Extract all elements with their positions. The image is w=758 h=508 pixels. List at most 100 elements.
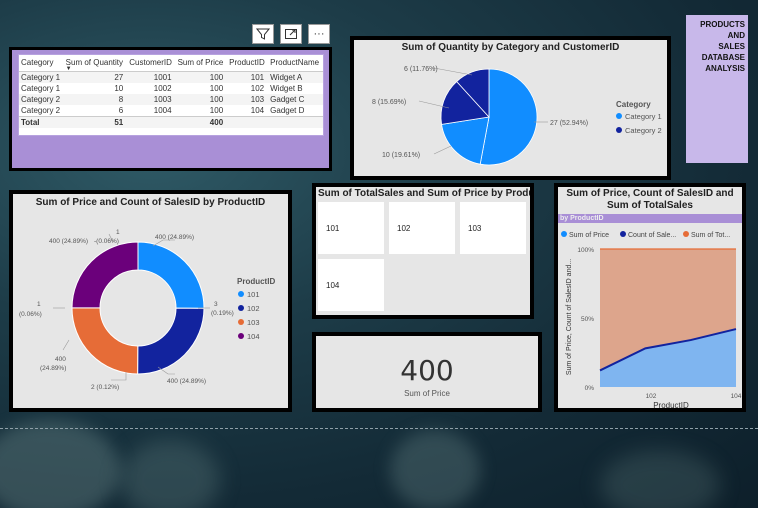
y-tick-100: 100% (577, 247, 594, 254)
table-cell (127, 116, 176, 128)
total-quantity: 51 (63, 116, 128, 128)
sum-of-price-card[interactable]: 400 Sum of Price (312, 332, 542, 412)
table-cell: 104 (250, 106, 265, 115)
legend-label-sum-of-price[interactable]: Sum of Price (569, 232, 609, 239)
legend-label-102[interactable]: 102 (247, 304, 260, 313)
table-cell: 100 (175, 71, 228, 83)
donut-label-104-count-pct: -(0.06%) (94, 238, 119, 245)
total-label: Total (19, 116, 64, 128)
table-row[interactable]: Category 2 6 1004 100 104 Gadget D (19, 105, 323, 117)
table-container: Category Sum of Quantity ▼ CustomerID Sum… (18, 54, 324, 136)
legend-label-103[interactable]: 103 (247, 318, 260, 327)
filter-icon (256, 28, 270, 40)
x-axis-label: ProductID (653, 401, 689, 409)
donut-legend-title: ProductID (237, 277, 275, 286)
legend-label-count-of-salesid[interactable]: Count of Sale... (628, 232, 676, 239)
report-title-box: PRODUCTS AND SALES DATABASE ANALYSIS (686, 15, 748, 163)
donut-label-101-count-pct: (0.19%) (211, 310, 234, 317)
total-price: 400 (175, 116, 228, 128)
pie-slice[interactable] (441, 116, 490, 165)
column-header-category[interactable]: Category (19, 55, 64, 72)
column-header-customerid[interactable]: CustomerID (127, 55, 176, 72)
donut-segment[interactable] (71, 307, 139, 375)
report-title-line: ANALYSIS (705, 64, 745, 73)
table-visual[interactable]: Category Sum of Quantity ▼ CustomerID Sum… (9, 47, 332, 171)
pie-leader-line (433, 67, 473, 76)
background-bokeh (390, 430, 480, 508)
legend-label-category-2[interactable]: Category 2 (625, 126, 662, 135)
donut-leader-line (111, 372, 127, 381)
column-header-sum-of-quantity[interactable]: Sum of Quantity ▼ (63, 55, 128, 72)
pie-legend-title: Category (616, 100, 651, 109)
tile-label: 103 (468, 224, 482, 233)
sort-desc-icon: ▼ (65, 66, 72, 72)
table-cell: 8 (63, 94, 128, 105)
area-plot (599, 248, 737, 387)
multi-row-card-visual[interactable]: Sum of TotalSales and Sum of Price by Pr… (312, 183, 534, 319)
area-chart-title: Sum of Price, Count of SalesID and Sum o… (566, 188, 734, 211)
x-tick-104: 104 (731, 393, 742, 400)
legend-label-sum-of-totalsales[interactable]: Sum of Tot... (691, 232, 730, 239)
product-tile-102[interactable]: 102 (389, 202, 455, 254)
tiles-title: Sum of TotalSales and Sum of Price by Pr… (318, 188, 530, 199)
area-chart-subtitle: by ProductID (558, 214, 742, 223)
expand-icon (285, 29, 297, 39)
legend-label-category-1[interactable]: Category 1 (625, 112, 662, 121)
table-cell: Category 1 (19, 71, 64, 83)
report-title-line: SALES (718, 42, 745, 51)
donut-chart-visual[interactable]: Sum of Price and Count of SalesID by Pro… (9, 190, 292, 412)
visual-header-toolbar: ··· (252, 24, 330, 44)
table-row[interactable]: Category 1 10 1002 100 102 Widget B (19, 83, 323, 94)
more-options-icon: ··· (313, 28, 325, 40)
more-options-button[interactable]: ··· (308, 24, 330, 44)
y-tick-0: 0% (585, 385, 595, 392)
table-cell (227, 116, 269, 128)
column-header-productname[interactable]: ProductName (268, 55, 323, 72)
legend-marker-category-2 (616, 127, 622, 133)
table-cell: 101 (227, 71, 269, 83)
filter-button[interactable] (252, 24, 274, 44)
focus-mode-button[interactable] (280, 24, 302, 44)
donut-label-102: 400 (24.89%) (167, 378, 206, 385)
legend-label-104[interactable]: 104 (247, 332, 260, 341)
table-cell: Category 1 (21, 84, 61, 93)
donut-chart-title: Sum of Price and Count of SalesID by Pro… (35, 197, 266, 208)
donut-segment[interactable] (137, 241, 205, 309)
donut-leader-line (62, 339, 70, 351)
pie-label-6: 6 (11.76%) (404, 66, 438, 73)
table-row[interactable]: Category 2 8 1003 100 103 Gadget C (19, 94, 323, 105)
pie-chart-visual[interactable]: Sum of Quantity by Category and Customer… (350, 36, 671, 180)
table-cell: 6 (118, 106, 124, 115)
table-row[interactable]: Category 1 27 1001 100 101 Widget A (19, 71, 323, 83)
column-header-label: Sum of Quantity (65, 58, 124, 67)
donut-segment[interactable] (137, 307, 205, 375)
tile-label: 104 (326, 281, 340, 290)
table-cell: Category 2 (21, 106, 61, 115)
product-tile-101[interactable]: 101 (318, 202, 384, 254)
column-header-sum-of-price[interactable]: Sum of Price (175, 55, 228, 72)
pie-slices (440, 68, 538, 166)
area-chart-svg: Sum of Price Count of Sale... Sum of Tot… (561, 231, 742, 409)
background-bokeh (600, 450, 720, 508)
report-title-line: AND (727, 31, 745, 40)
table-cell: 10 (114, 84, 124, 93)
donut-segment[interactable] (71, 241, 139, 309)
donut-label-103: 400 (55, 356, 66, 363)
legend-marker-103 (238, 319, 244, 325)
table-cell: 1001 (127, 71, 176, 83)
donut-label-103-count-pct: (0.06%) (19, 311, 42, 318)
donut-label-103-count: 1 (37, 301, 41, 308)
table-cell: 1003 (127, 94, 176, 105)
product-tile-104[interactable]: 104 (318, 259, 384, 311)
column-header-productid[interactable]: ProductID (227, 55, 269, 72)
legend-marker-101 (238, 291, 244, 297)
data-table: Category Sum of Quantity ▼ CustomerID Sum… (19, 55, 323, 128)
legend-marker-count-of-salesid (620, 231, 626, 237)
tile-label: 101 (326, 224, 340, 233)
table-total-row: Total 51 400 (19, 116, 323, 128)
stacked-area-chart-visual[interactable]: Sum of Price, Count of SalesID and Sum o… (554, 183, 746, 412)
legend-label-101[interactable]: 101 (247, 290, 260, 299)
legend-marker-category-1 (616, 113, 622, 119)
product-tile-103[interactable]: 103 (460, 202, 526, 254)
card-label: Sum of Price (404, 389, 450, 398)
